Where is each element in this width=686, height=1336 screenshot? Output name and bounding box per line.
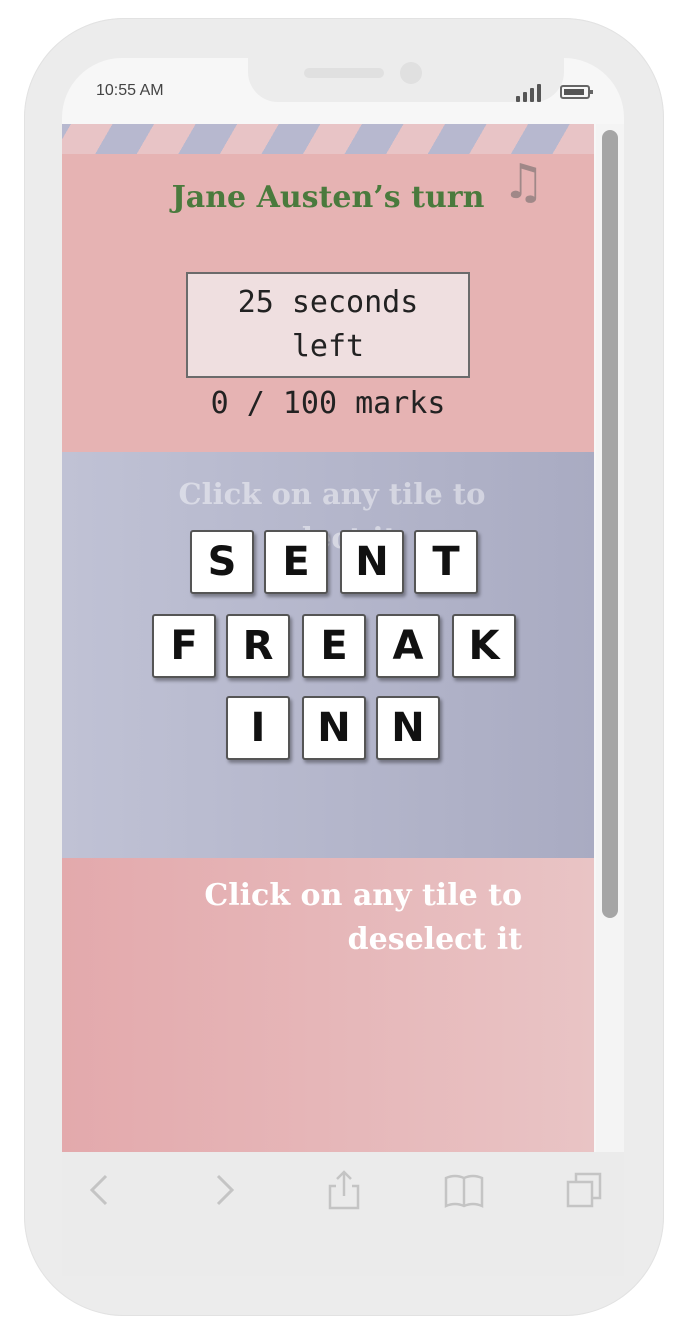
- front-camera: [400, 62, 422, 84]
- game-page: Jane Austen’s turn ♫ 25 seconds left 0 /…: [62, 124, 594, 1152]
- tile[interactable]: S: [190, 530, 254, 594]
- speaker-grille: [304, 68, 384, 78]
- tile[interactable]: F: [152, 614, 216, 678]
- browser-toolbar: [62, 1152, 624, 1276]
- tile[interactable]: R: [226, 614, 290, 678]
- signal-icon: [516, 84, 548, 102]
- tabs-icon[interactable]: [564, 1170, 604, 1210]
- tile[interactable]: E: [264, 530, 328, 594]
- tile[interactable]: N: [302, 696, 366, 760]
- forward-icon[interactable]: [204, 1170, 244, 1210]
- score-text: 0 / 100 marks: [210, 386, 446, 421]
- battery-icon: [560, 85, 593, 99]
- turn-label: Jane Austen’s turn: [171, 180, 485, 215]
- share-icon[interactable]: [324, 1170, 364, 1210]
- tile-board: Click on any tile to select it S E N T F…: [62, 452, 594, 858]
- tile[interactable]: N: [340, 530, 404, 594]
- timer-text: 25 seconds left: [237, 285, 419, 364]
- tile[interactable]: K: [452, 614, 516, 678]
- deselect-hint: Click on any tile to deselect it: [204, 878, 522, 957]
- tile[interactable]: N: [376, 696, 440, 760]
- music-note-icon[interactable]: ♫: [502, 154, 545, 210]
- tile[interactable]: T: [414, 530, 478, 594]
- game-header: Jane Austen’s turn ♫ 25 seconds left 0 /…: [62, 154, 594, 452]
- scrollbar-thumb[interactable]: [602, 130, 618, 918]
- bookmarks-icon[interactable]: [444, 1170, 484, 1210]
- airmail-stripe: [62, 124, 594, 154]
- tile[interactable]: I: [226, 696, 290, 760]
- status-time: 10:55 AM: [96, 82, 164, 99]
- tile[interactable]: E: [302, 614, 366, 678]
- tile[interactable]: A: [376, 614, 440, 678]
- selection-tray[interactable]: Click on any tile to deselect it: [62, 858, 594, 1152]
- timer-box: 25 seconds left: [186, 272, 470, 378]
- back-icon[interactable]: [80, 1170, 120, 1210]
